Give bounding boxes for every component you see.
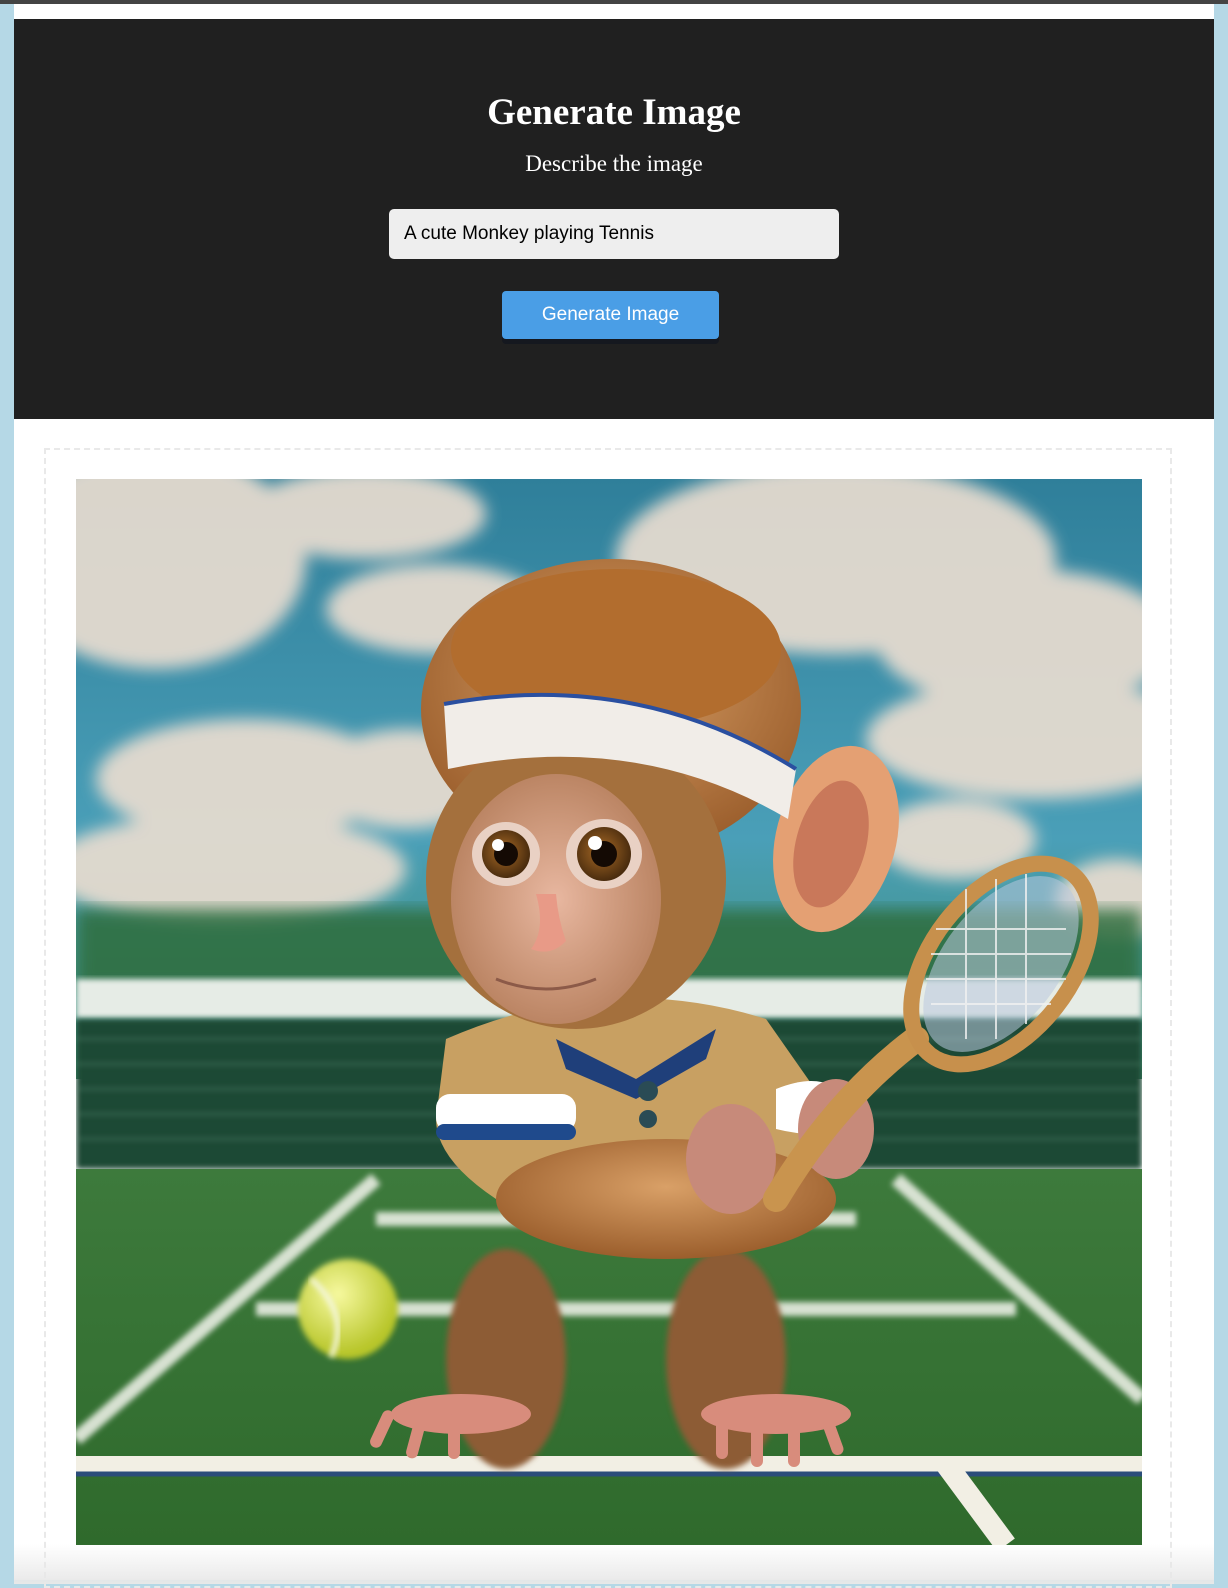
page-title: Generate Image	[487, 92, 741, 133]
scroll-fade	[14, 1544, 1214, 1584]
page-container: Generate Image Describe the image Genera…	[14, 4, 1214, 1588]
generator-header: Generate Image Describe the image Genera…	[14, 19, 1214, 419]
generate-image-button[interactable]: Generate Image	[502, 291, 719, 339]
tennis-ball	[298, 1259, 398, 1359]
prompt-input[interactable]	[389, 209, 839, 259]
generated-image	[76, 479, 1142, 1545]
prompt-label: Describe the image	[525, 151, 703, 176]
